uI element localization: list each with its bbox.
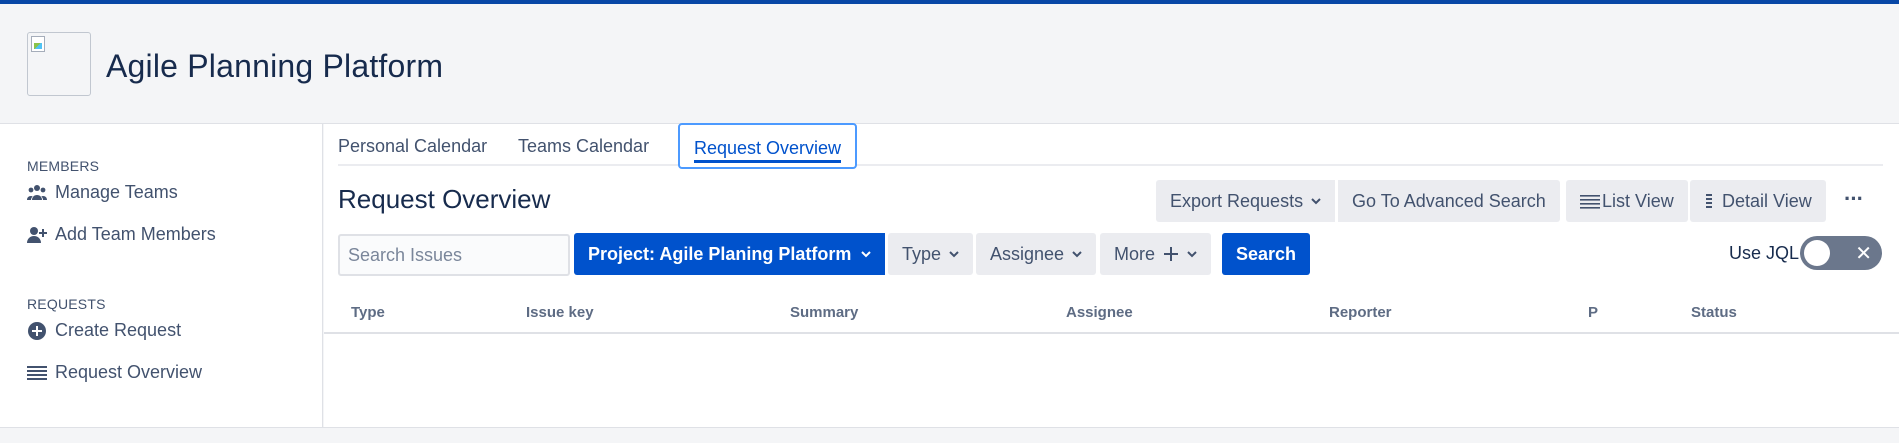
sidebar-item-label: Add Team Members — [55, 224, 216, 244]
chevron-down-icon — [1311, 198, 1321, 205]
close-icon: ✕ — [1855, 243, 1872, 265]
tab-teams-calendar[interactable]: Teams Calendar — [518, 136, 649, 157]
more-filter-button[interactable]: More — [1100, 233, 1212, 275]
search-issues-input[interactable] — [338, 234, 570, 276]
chevron-down-icon — [861, 251, 872, 258]
chevron-down-icon — [949, 251, 959, 258]
use-jql-toggle[interactable]: ✕ — [1800, 236, 1882, 270]
assignee-filter-button[interactable]: Assignee — [976, 233, 1097, 275]
column-header-type[interactable]: Type — [351, 304, 385, 321]
use-jql-label: Use JQL — [1729, 243, 1800, 263]
detail-view-button[interactable]: Detail View — [1690, 180, 1826, 222]
export-requests-label: Export Requests — [1170, 190, 1304, 211]
requests-section-title: REQUESTS — [27, 296, 106, 312]
detail-view-label: Detail View — [1722, 190, 1812, 211]
plus-circle-icon — [27, 321, 47, 341]
sidebar-item-request-overview[interactable]: Request Overview — [27, 362, 202, 383]
app-header: Agile Planning Platform — [0, 4, 1899, 124]
tab-bar: Personal Calendar Teams Calendar Request… — [338, 123, 1883, 169]
footer-strip — [0, 427, 1899, 443]
app-logo — [27, 32, 91, 96]
list-icon — [1580, 195, 1600, 209]
column-header-assignee[interactable]: Assignee — [1066, 304, 1133, 321]
sidebar-item-manage-teams[interactable]: Manage Teams — [27, 182, 178, 203]
users-icon — [27, 183, 47, 203]
column-header-status[interactable]: Status — [1691, 304, 1737, 321]
app-title: Agile Planning Platform — [106, 48, 444, 84]
tab-label: Request Overview — [694, 138, 842, 158]
tab-request-overview[interactable]: Request Overview — [678, 123, 858, 169]
issues-table-header: Type Issue key Summary Assignee Reporter… — [324, 292, 1899, 334]
sidebar-item-add-team-members[interactable]: Add Team Members — [27, 224, 216, 245]
type-filter-label: Type — [902, 243, 942, 264]
active-tab-indicator — [694, 160, 842, 163]
user-plus-icon — [27, 225, 47, 245]
go-advanced-search-button[interactable]: Go To Advanced Search — [1338, 180, 1560, 222]
plus-icon — [1164, 247, 1179, 261]
column-header-reporter[interactable]: Reporter — [1329, 304, 1392, 321]
go-advanced-search-label: Go To Advanced Search — [1352, 190, 1546, 211]
project-filter-button[interactable]: Project: Agile Planing Platform — [574, 233, 886, 275]
more-filter-label: More — [1114, 243, 1156, 264]
sidebar-item-label: Request Overview — [55, 362, 203, 382]
list-view-button[interactable]: List View — [1566, 180, 1688, 222]
sidebar-item-label: Create Request — [55, 320, 182, 340]
toggle-knob — [1804, 240, 1830, 266]
list-icon — [27, 363, 47, 383]
tab-personal-calendar[interactable]: Personal Calendar — [338, 136, 487, 157]
more-actions-icon[interactable]: ··· — [1844, 186, 1864, 212]
column-header-summary[interactable]: Summary — [790, 304, 858, 321]
sidebar: MEMBERS Manage Teams Add Team Members RE… — [0, 124, 323, 427]
members-section-title: MEMBERS — [27, 158, 100, 174]
export-requests-button[interactable]: Export Requests — [1156, 180, 1336, 222]
chevron-down-icon — [1187, 251, 1197, 258]
column-header-priority[interactable]: P — [1588, 304, 1598, 321]
project-filter-label: Project: Agile Planing Platform — [588, 243, 852, 264]
detail-icon — [1706, 194, 1712, 208]
page-title: Request Overview — [338, 184, 551, 214]
list-view-label: List View — [1602, 190, 1674, 211]
sidebar-item-create-request[interactable]: Create Request — [27, 320, 181, 341]
column-header-issue-key[interactable]: Issue key — [526, 304, 594, 321]
sidebar-item-label: Manage Teams — [55, 182, 178, 202]
search-button[interactable]: Search — [1222, 233, 1311, 275]
broken-image-icon — [31, 36, 45, 52]
main-content: Personal Calendar Teams Calendar Request… — [324, 123, 1899, 427]
chevron-down-icon — [1072, 251, 1082, 258]
type-filter-button[interactable]: Type — [888, 233, 974, 275]
assignee-filter-label: Assignee — [990, 243, 1065, 264]
